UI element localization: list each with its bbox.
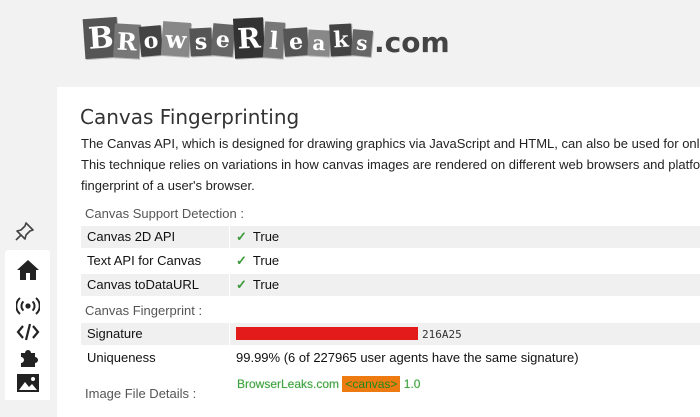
page-title: Canvas Fingerprinting [80,105,300,129]
canvas-tag: <canvas> [342,376,401,392]
check-icon: ✓ [236,277,247,292]
home-icon[interactable] [5,258,50,282]
pin-icon[interactable] [11,218,39,244]
logo-tile: e [210,23,236,57]
code-icon[interactable] [5,322,50,342]
row-value: ✓ True [236,229,280,244]
row-key: Signature [87,326,143,341]
table-row: Canvas 2D API ✓ True [81,226,700,248]
page-description: The Canvas API, which is designed for dr… [81,134,700,197]
row-value: ✓ True [236,277,280,292]
support-section-label: Canvas Support Detection : [85,206,244,221]
broadcast-icon[interactable] [5,295,50,317]
fingerprint-section-label: Canvas Fingerprint : [85,303,203,318]
row-key: Canvas toDataURL [87,277,199,292]
logo-tile: o [138,25,164,57]
description-line: The Canvas API, which is designed for dr… [81,136,700,151]
description-line: This technique relies on variations in h… [81,157,700,172]
description-line: fingerprint of a user's browser. [81,178,255,193]
logo-tile: R [113,23,141,59]
logo-tile: R [232,17,266,59]
logo-tile: k [329,23,353,57]
image-icon[interactable] [5,373,50,393]
logo-tile: w [160,21,192,57]
puzzle-icon[interactable] [5,347,50,369]
sidebar [5,250,50,400]
check-icon: ✓ [236,253,247,268]
check-icon: ✓ [236,229,247,244]
row-key: Uniqueness [87,350,156,365]
site-logo[interactable]: B R o w s e R l e a k s .com [82,8,450,74]
table-row: Signature 216A25 [81,323,700,345]
logo-tile: l [262,21,286,59]
image-details-label: Image File Details : [85,386,197,401]
signature-redaction [236,327,418,340]
row-key: Canvas 2D API [87,229,176,244]
row-value: 99.99% (6 of 227965 user agents have the… [236,350,579,365]
logo-tile: e [283,27,309,57]
logo-tile: s [189,27,213,57]
canvas-image-preview: BrowserLeaks.com <canvas> 1.0 [237,376,421,392]
table-row: Text API for Canvas ✓ True [81,250,700,272]
table-row: Canvas toDataURL ✓ True [81,274,700,296]
table-row: Uniqueness 99.99% (6 of 227965 user agen… [81,347,700,369]
logo-tile: s [350,29,374,57]
main-content: Canvas Fingerprinting The Canvas API, wh… [57,87,700,417]
row-key: Text API for Canvas [87,253,202,268]
signature-value[interactable]: 216A25 [236,326,462,341]
logo-tail: .com [374,26,450,59]
row-value: ✓ True [236,253,280,268]
logo-tile: a [307,29,331,57]
